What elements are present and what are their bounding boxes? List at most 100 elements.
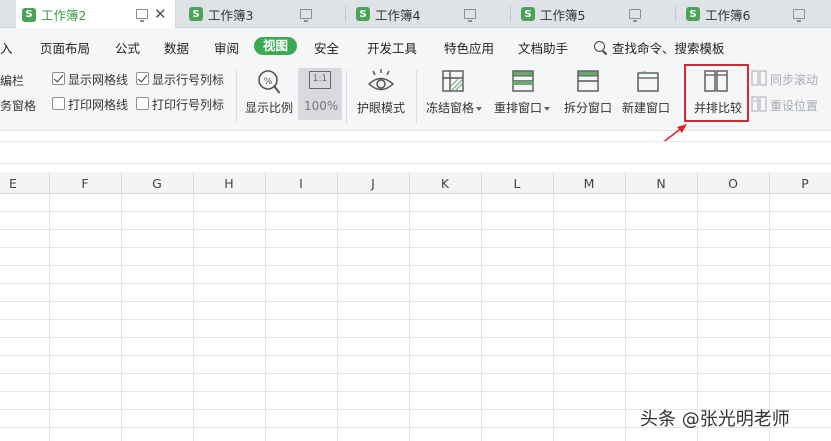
column-header-f[interactable]: F	[49, 176, 121, 191]
menu-view[interactable]: 视图	[254, 37, 298, 55]
ribbon-divider	[416, 70, 417, 124]
tab-label: 工作簿5	[540, 7, 586, 23]
sync-scroll-label: 同步滚动	[770, 73, 819, 87]
print-gridlines-checkbox[interactable]	[52, 97, 65, 110]
column-divider	[121, 172, 122, 194]
ratio-text: 1:1	[312, 74, 328, 84]
split-window-icon	[577, 70, 599, 92]
eye-icon	[367, 69, 395, 91]
new-window-label: 新建窗口	[622, 101, 671, 115]
menu-review[interactable]: 审阅	[214, 38, 239, 57]
show-headers-label: 显示行号列标	[152, 73, 225, 87]
column-header-p[interactable]: P	[769, 176, 831, 191]
formula-bar[interactable]	[0, 141, 831, 164]
column-header-h[interactable]: H	[193, 176, 265, 191]
column-divider	[337, 172, 338, 194]
column-divider	[265, 172, 266, 194]
ribbon-divider	[346, 70, 347, 124]
tab-label: 工作簿4	[375, 7, 421, 23]
spreadsheet-icon: S	[521, 7, 535, 21]
menu-formulas[interactable]: 公式	[115, 38, 140, 57]
zoom-100-label: 100%	[304, 99, 339, 113]
menu-doc-assistant[interactable]: 文档助手	[518, 38, 568, 57]
print-headers-label: 打印行号列标	[152, 98, 225, 112]
reset-position-button[interactable]: 重设位置	[751, 96, 831, 114]
column-divider	[409, 172, 410, 194]
column-divider	[49, 172, 50, 194]
zoom-button[interactable]: % 显示比例	[241, 64, 296, 124]
close-tab-icon[interactable]: ✕	[154, 5, 167, 23]
tab-divider	[345, 6, 346, 22]
show-gridlines-checkbox[interactable]	[52, 72, 65, 85]
column-divider	[553, 172, 554, 194]
svg-text:%: %	[264, 77, 273, 87]
pin-icon[interactable]	[300, 9, 312, 22]
tab-workbook-3[interactable]: S 工作簿3	[183, 0, 343, 28]
freeze-panes-icon	[442, 70, 464, 92]
eye-mode-label: 护眼模式	[357, 101, 406, 115]
cell-grid[interactable]	[0, 194, 831, 441]
tab-label: 工作簿6	[705, 7, 751, 23]
tab-label: 工作簿2	[41, 8, 87, 23]
tab-workbook-2[interactable]: S 工作簿2 ✕	[16, 0, 176, 29]
column-header-k[interactable]: K	[409, 176, 481, 191]
command-search[interactable]: 查找命令、搜索模板	[594, 38, 725, 57]
arrange-windows-label: 重排窗口	[494, 99, 551, 116]
freeze-panes-button[interactable]: 冻结窗格	[422, 64, 486, 124]
arrange-windows-button[interactable]: 重排窗口	[492, 64, 554, 124]
pin-icon[interactable]	[793, 9, 805, 22]
tab-divider	[675, 6, 676, 22]
spreadsheet-icon: S	[356, 7, 370, 21]
column-header-e[interactable]: E	[0, 176, 49, 191]
spreadsheet-icon: S	[686, 7, 700, 21]
tab-workbook-6[interactable]: S 工作簿6	[680, 0, 831, 28]
menu-security[interactable]: 安全	[314, 38, 339, 57]
column-divider	[481, 172, 482, 194]
column-header-g[interactable]: G	[121, 176, 193, 191]
sync-scroll-button[interactable]: 同步滚动	[751, 70, 831, 88]
pin-icon[interactable]	[464, 9, 476, 22]
tab-workbook-5[interactable]: S 工作簿5	[515, 0, 675, 28]
spreadsheet-icon: S	[189, 7, 203, 21]
edit-bar-toggle[interactable]: 编栏	[0, 72, 24, 89]
arrange-windows-text: 重排窗口	[494, 101, 543, 115]
column-header-m[interactable]: M	[553, 176, 625, 191]
chevron-down-icon[interactable]	[476, 106, 483, 111]
command-search-label: 查找命令、搜索模板	[612, 41, 725, 56]
svg-text:*: *	[642, 70, 647, 80]
tab-workbook-4[interactable]: S 工作簿4	[350, 0, 510, 28]
zoom-label: 显示比例	[245, 101, 294, 115]
menu-bar: 入 页面布局 公式 数据 审阅 视图 安全 开发工具 特色应用 文档助手 查找命…	[0, 28, 831, 64]
split-window-button[interactable]: 拆分窗口	[560, 64, 616, 124]
menu-special[interactable]: 特色应用	[444, 38, 494, 57]
column-divider	[769, 172, 770, 194]
pin-icon[interactable]	[629, 9, 641, 22]
column-header-l[interactable]: L	[481, 176, 553, 191]
sync-scroll-icon	[751, 70, 767, 86]
new-window-icon: *	[637, 70, 659, 92]
column-header-i[interactable]: I	[265, 176, 337, 191]
ratio-1-1-icon: 1:1	[309, 71, 331, 89]
menu-insert[interactable]: 入	[0, 38, 13, 57]
watermark: 头条 @张光明老师	[640, 409, 790, 430]
column-header-j[interactable]: J	[337, 176, 409, 191]
chevron-down-icon[interactable]	[544, 106, 551, 111]
split-window-label: 拆分窗口	[564, 101, 613, 115]
eye-mode-button[interactable]: 护眼模式	[352, 64, 410, 124]
print-headers-checkbox[interactable]	[136, 97, 149, 110]
show-headers-checkbox[interactable]	[136, 72, 149, 85]
task-pane-toggle[interactable]: 务窗格	[0, 97, 36, 114]
menu-page-layout[interactable]: 页面布局	[40, 38, 90, 57]
menu-data[interactable]: 数据	[164, 38, 189, 57]
column-header-o[interactable]: O	[697, 176, 769, 191]
menu-developer[interactable]: 开发工具	[367, 38, 417, 57]
zoom-100-button[interactable]: 1:1 100%	[298, 64, 342, 124]
column-header-n[interactable]: N	[625, 176, 697, 191]
ribbon-divider	[236, 70, 237, 124]
column-header-row: E F G H I J K L M N O P	[0, 172, 831, 194]
freeze-panes-label: 冻结窗格	[426, 99, 483, 116]
new-window-button[interactable]: * 新建窗口	[618, 64, 676, 124]
tab-label: 工作簿3	[208, 7, 254, 23]
pin-icon[interactable]	[136, 9, 148, 22]
reset-position-icon	[751, 96, 767, 112]
